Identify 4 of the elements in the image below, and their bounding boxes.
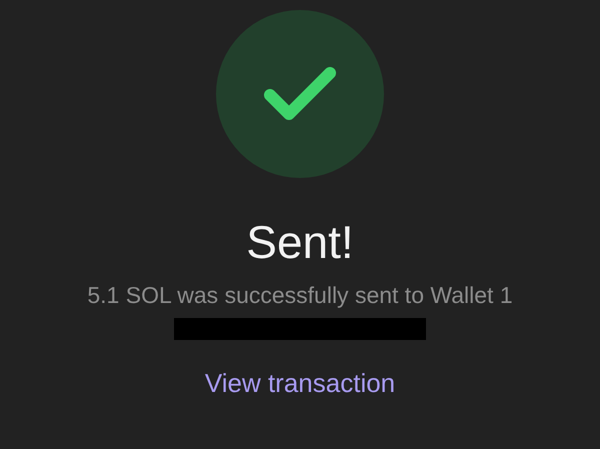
checkmark-icon [262,65,338,123]
message: 5.1 SOL was successfully sent to Wallet 1 [87,281,513,310]
title: Sent! [246,215,354,270]
view-transaction-link[interactable]: View transaction [204,366,396,400]
